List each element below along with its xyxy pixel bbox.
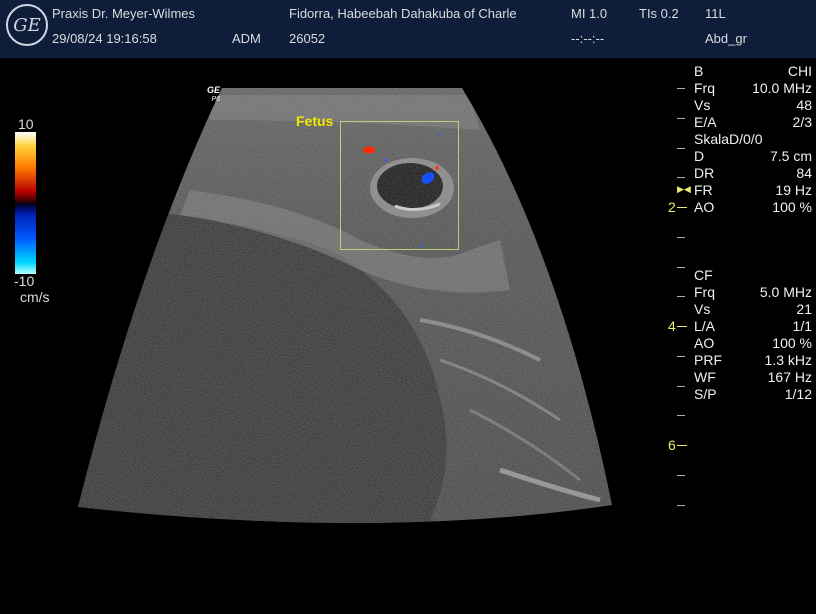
depth-tick	[677, 415, 685, 417]
depth-tick	[677, 117, 685, 119]
exam-datetime: 29/08/24 19:16:58	[52, 31, 157, 46]
patient-id: 26052	[289, 31, 326, 46]
param-name-cf-1: Vs	[694, 301, 711, 317]
probe-mark-sub: P6	[211, 96, 221, 103]
depth-tick	[677, 385, 685, 387]
param-name-b-6: FR	[694, 182, 713, 198]
color-scale-max: 10	[18, 116, 34, 132]
param-value-b-0: 10.0 MHz	[752, 80, 812, 96]
param-value-cf-4: 1.3 kHz	[764, 352, 812, 368]
color-scale-min: -10	[14, 273, 35, 289]
focus-marker-icon: ▶◀	[677, 184, 691, 194]
param-name-cf-mode-title: CF	[694, 267, 713, 283]
probe-mark-text: GE	[207, 85, 221, 95]
depth-tick	[677, 236, 685, 238]
param-name-cf-2: L/A	[694, 318, 716, 334]
param-value-b-6: 19 Hz	[775, 182, 812, 198]
param-name-b-5: DR	[694, 165, 715, 181]
param-value-cf-2: 1/1	[792, 318, 812, 334]
probe-name: 11L	[705, 6, 726, 21]
depth-tick	[677, 147, 685, 149]
param-value-cf-0: 5.0 MHz	[759, 284, 812, 300]
header-bar: GE Praxis Dr. Meyer-Wilmes 29/08/24 19:1…	[0, 0, 816, 58]
param-value-cf-1: 21	[796, 301, 812, 317]
depth-label-4: 4	[668, 318, 676, 334]
param-value-cf-6: 1/12	[784, 386, 812, 402]
patient-name: Fidorra, Habeebah Dahakuba of Charle	[289, 6, 517, 21]
fetus-annotation: Fetus	[296, 113, 334, 129]
param-value-b-7: 100 %	[772, 199, 812, 215]
color-box-roi[interactable]	[340, 121, 459, 250]
depth-label-6: 6	[668, 437, 676, 453]
param-name-b-1: Vs	[694, 97, 711, 113]
depth-tick	[677, 474, 685, 476]
param-name-b-4: D	[694, 148, 705, 164]
param-value-b-2: 2/3	[792, 114, 812, 130]
param-value-b-mode-chi: CHI	[787, 63, 812, 79]
clinic-name: Praxis Dr. Meyer-Wilmes	[52, 6, 196, 21]
timer: --:--:--	[571, 31, 605, 46]
depth-tick	[677, 266, 685, 268]
depth-mark-2	[677, 207, 687, 208]
param-value-cf-5: 167 Hz	[767, 369, 812, 385]
probe-orientation-mark: GE P6	[207, 86, 220, 104]
depth-tick	[677, 88, 685, 89]
depth-tick	[677, 296, 685, 298]
param-name-cf-4: PRF	[694, 352, 722, 368]
param-name-b-2: E/A	[694, 114, 717, 130]
depth-tick	[677, 177, 685, 179]
param-name-cf-3: AO	[694, 335, 715, 351]
param-name-b-mode-title: B	[694, 63, 704, 79]
param-name-cf-6: S/P	[694, 386, 717, 402]
param-name-cf-5: WF	[694, 369, 716, 385]
depth-tick	[677, 355, 685, 357]
param-value-b-1: 48	[796, 97, 812, 113]
depth-label-2: 2	[668, 199, 676, 215]
ge-logo: GE	[6, 4, 48, 46]
color-velocity-scale	[15, 132, 36, 274]
operator-id: ADM	[232, 31, 261, 46]
mechanical-index: MI 1.0	[571, 6, 608, 21]
depth-mark-4	[677, 326, 687, 327]
param-value-b-4: 7.5 cm	[769, 148, 812, 164]
param-name-b-0: Frq	[694, 80, 715, 96]
depth-tick	[677, 504, 685, 506]
param-name-cf-0: Frq	[694, 284, 715, 300]
thermal-index: TIs 0.2	[639, 6, 679, 21]
param-value-cf-3: 100 %	[772, 335, 812, 351]
depth-mark-6	[677, 445, 687, 446]
param-value-b-5: 84	[796, 165, 812, 181]
preset-name: Abd_gr	[705, 31, 747, 46]
param-name-b-7: AO	[694, 199, 715, 215]
param-name-b-3: SkalaD/0/0	[694, 131, 763, 147]
color-scale-unit: cm/s	[20, 289, 50, 305]
